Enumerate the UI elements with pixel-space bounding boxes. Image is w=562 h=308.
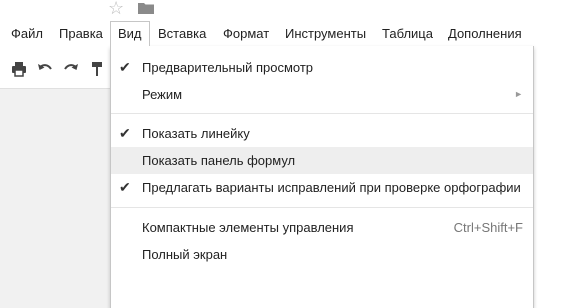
menu-item-fullscreen[interactable]: Полный экран — [111, 241, 533, 268]
menu-table[interactable]: Таблица — [382, 22, 433, 46]
star-icon[interactable]: ☆ — [108, 0, 124, 17]
check-icon: ✔ — [119, 59, 131, 75]
menu-item-print-preview[interactable]: ✔ Предварительный просмотр — [111, 54, 533, 81]
folder-icon[interactable] — [138, 2, 154, 14]
menu-item-spelling-suggestions[interactable]: ✔ Предлагать варианты исправлений при пр… — [111, 174, 533, 201]
menu-separator — [111, 207, 533, 208]
menu-item-label: Предлагать варианты исправлений при пров… — [142, 180, 521, 195]
submenu-arrow-icon: ► — [514, 89, 523, 99]
redo-icon[interactable] — [62, 60, 80, 78]
document-header-icons: ☆ — [108, 0, 168, 20]
menu-bar: Файл Правка Вид Вставка Формат Инструмен… — [0, 21, 562, 46]
check-icon: ✔ — [119, 125, 131, 141]
menu-item-label: Режим — [142, 87, 183, 102]
menu-format[interactable]: Формат — [223, 22, 269, 46]
view-menu-dropdown: ✔ Предварительный просмотр Режим ► ✔ Пок… — [110, 46, 534, 308]
menu-item-label: Компактные элементы управления — [142, 220, 354, 235]
menu-insert[interactable]: Вставка — [158, 22, 206, 46]
menu-item-show-formula-bar[interactable]: Показать панель формул — [111, 147, 533, 174]
menu-view[interactable]: Вид — [110, 21, 150, 46]
menu-edit[interactable]: Правка — [59, 22, 103, 46]
menu-item-label: Предварительный просмотр — [142, 60, 314, 75]
menu-item-label: Полный экран — [142, 247, 228, 262]
sheet-area — [0, 89, 110, 308]
menu-item-label: Показать панель формул — [142, 153, 296, 168]
menu-item-show-ruler[interactable]: ✔ Показать линейку — [111, 120, 533, 147]
menu-separator — [111, 113, 533, 114]
menu-item-shortcut: Ctrl+Shift+F — [453, 220, 523, 235]
menu-tools[interactable]: Инструменты — [285, 22, 366, 46]
menu-item-mode[interactable]: Режим ► — [111, 81, 533, 108]
paint-format-icon[interactable] — [88, 60, 106, 78]
menu-addons[interactable]: Дополнения — [448, 22, 522, 46]
menu-item-compact-controls[interactable]: Компактные элементы управления Ctrl+Shif… — [111, 214, 533, 241]
menu-item-label: Показать линейку — [142, 126, 250, 141]
check-icon: ✔ — [119, 179, 131, 195]
undo-icon[interactable] — [36, 60, 54, 78]
toolbar — [0, 56, 110, 82]
menu-file[interactable]: Файл — [11, 22, 43, 46]
print-icon[interactable] — [10, 60, 28, 78]
